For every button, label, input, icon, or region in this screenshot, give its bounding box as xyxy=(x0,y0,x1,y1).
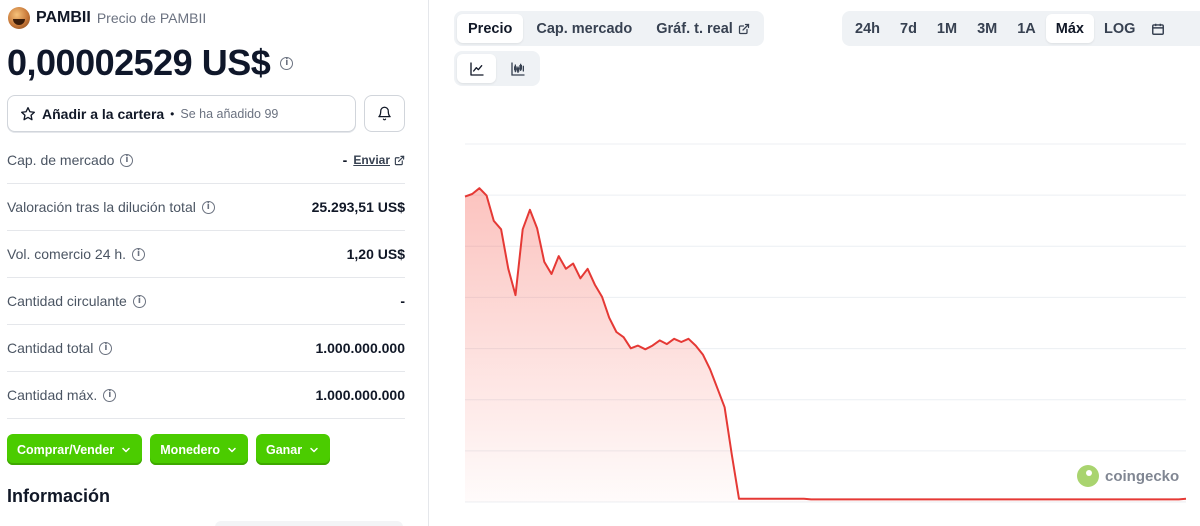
watermark-text: coingecko xyxy=(1105,467,1180,485)
candlestick-icon xyxy=(510,61,525,76)
buy-sell-button[interactable]: Comprar/Vender xyxy=(7,434,143,465)
stat-label: Cantidad circulante xyxy=(7,293,127,309)
stat-value: 1,20 US$ xyxy=(346,246,405,262)
coin-logo xyxy=(8,7,30,29)
coingecko-logo-icon xyxy=(1077,465,1099,487)
price-area-fill xyxy=(465,188,1186,502)
info-section-title: Información xyxy=(7,486,111,506)
stat-value: 1.000.000.000 xyxy=(315,340,405,356)
bell-icon xyxy=(378,106,391,121)
separator-dot: • xyxy=(170,106,175,121)
info-icon[interactable]: i xyxy=(103,388,117,402)
panel-divider xyxy=(428,0,429,526)
info-icon[interactable]: i xyxy=(280,56,294,70)
stat-value: 1.000.000.000 xyxy=(315,387,405,403)
range-1a[interactable]: 1A xyxy=(1007,14,1046,43)
range-max[interactable]: Máx xyxy=(1045,14,1094,43)
coin-name: PAMBII xyxy=(36,9,91,26)
stat-value: 25.293,51 US$ xyxy=(311,199,405,215)
line-chart-button[interactable] xyxy=(457,54,496,83)
calendar-button[interactable] xyxy=(1145,14,1171,43)
stat-row-total-supply: Cantidad total i 1.000.000.000 xyxy=(7,325,405,372)
line-chart-icon xyxy=(469,61,484,76)
range-log[interactable]: LOG xyxy=(1094,14,1145,43)
range-7d[interactable]: 7d xyxy=(890,14,927,43)
tab-price[interactable]: Precio xyxy=(457,14,524,43)
price-row: 0,00002529 US$ i xyxy=(7,42,294,84)
calendar-icon xyxy=(1152,23,1165,35)
stat-value: - xyxy=(400,293,405,309)
stat-value: - xyxy=(342,152,348,168)
stat-label: Cantidad máx. xyxy=(7,387,98,403)
stat-label: Vol. comercio 24 h. xyxy=(7,246,127,262)
chart-metric-tabs: Precio Cap. mercado Gráf. t. real xyxy=(454,11,764,46)
info-icon[interactable]: i xyxy=(99,341,113,355)
stat-row-max-supply: Cantidad máx. i 1.000.000.000 xyxy=(7,372,405,419)
candlestick-chart-button[interactable] xyxy=(498,54,537,83)
chevron-down-icon xyxy=(122,447,131,452)
price-chart[interactable] xyxy=(454,100,1200,520)
stat-label: Cap. de mercado xyxy=(7,152,115,168)
tab-market-cap[interactable]: Cap. mercado xyxy=(525,14,643,43)
price-alert-button[interactable] xyxy=(364,95,405,132)
stat-label: Valoración tras la dilución total xyxy=(7,199,196,215)
add-to-portfolio-button[interactable]: Añadir a la cartera • Se ha añadido 99 xyxy=(7,95,356,132)
action-buttons: Comprar/Vender Monedero Ganar xyxy=(7,434,331,465)
info-icon[interactable]: i xyxy=(120,153,134,167)
coingecko-watermark: coingecko xyxy=(1077,465,1179,487)
info-icon[interactable]: i xyxy=(132,247,146,261)
coin-price: 0,00002529 US$ xyxy=(7,42,271,83)
external-link-icon xyxy=(738,23,749,34)
submit-link[interactable]: Enviar xyxy=(353,153,405,167)
stat-row-fdv: Valoración tras la dilución total i 25.29… xyxy=(7,184,405,231)
add-to-portfolio-label: Añadir a la cartera xyxy=(42,105,165,122)
info-item-partial xyxy=(215,521,403,526)
time-range-tabs: 24h 7d 1M 3M 1A Máx LOG xyxy=(842,11,1200,46)
info-icon[interactable]: i xyxy=(132,294,146,308)
stat-row-market-cap: Cap. de mercado i - Enviar xyxy=(7,137,405,184)
stats-table: Cap. de mercado i - Enviar Valoración tra… xyxy=(7,137,405,419)
wallet-button[interactable]: Monedero xyxy=(150,434,248,465)
info-icon[interactable]: i xyxy=(201,200,215,214)
stat-row-circulating: Cantidad circulante i - xyxy=(7,278,405,325)
stat-row-volume: Vol. comercio 24 h. i 1,20 US$ xyxy=(7,231,405,278)
chevron-down-icon xyxy=(310,447,318,452)
star-icon xyxy=(21,106,35,120)
tab-live-chart[interactable]: Gráf. t. real xyxy=(645,14,761,43)
range-3m[interactable]: 3M xyxy=(967,14,1007,43)
range-24h[interactable]: 24h xyxy=(845,14,890,43)
coin-header: PAMBII Precio de PAMBII xyxy=(8,7,206,29)
chevron-down-icon xyxy=(228,447,236,452)
external-link-icon xyxy=(394,155,405,165)
stat-label: Cantidad total xyxy=(7,340,94,356)
earn-button[interactable]: Ganar xyxy=(256,434,331,465)
added-count-text: Se ha añadido 99 xyxy=(180,106,279,121)
range-1m[interactable]: 1M xyxy=(927,14,967,43)
coin-subtitle: Precio de PAMBII xyxy=(96,10,207,26)
coin-info-panel: PAMBII Precio de PAMBII 0,00002529 US$ i… xyxy=(0,0,412,526)
chart-type-toggle xyxy=(454,51,540,86)
